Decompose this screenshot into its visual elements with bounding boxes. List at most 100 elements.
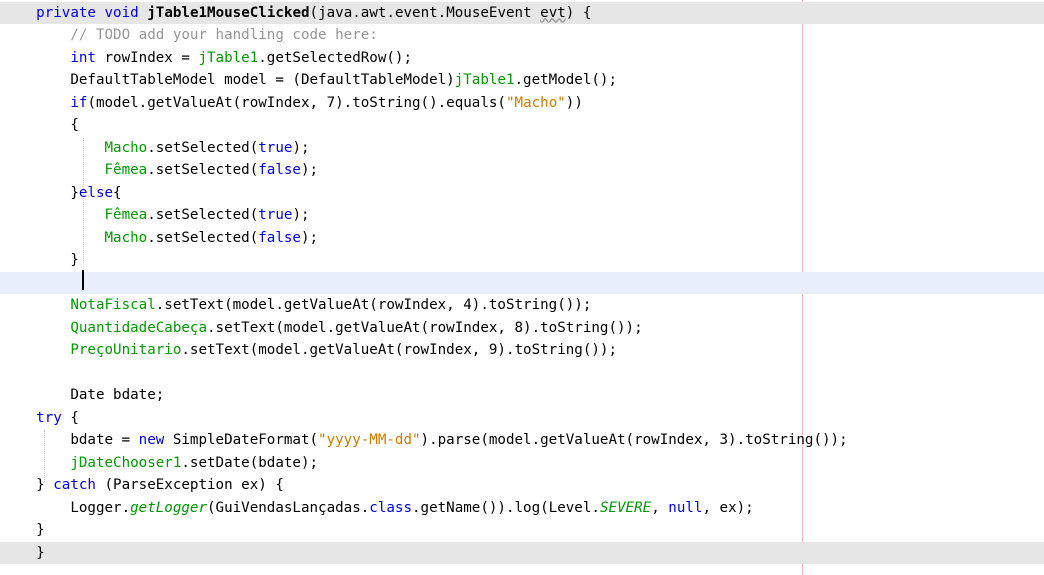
code-line[interactable]: jDateChooser1.setDate(bdate); [0,452,1044,475]
code-line-text: QuantidadeCabeça.setText(model.getValueA… [2,317,643,340]
code-token: .setText(model.getValueAt(rowIndex, 8).t… [207,319,643,336]
code-line[interactable]: Macho.setSelected(true); [0,137,1044,160]
code-token: // TODO add your handling code here: [70,27,378,43]
code-token: if [70,94,88,111]
code-line[interactable]: NotaFiscal.setText(model.getValueAt(rowI… [0,294,1044,317]
code-token: { [113,184,122,201]
code-line[interactable]: bdate = new SimpleDateFormat("yyyy-MM-dd… [0,429,1044,452]
code-token: null [668,499,703,516]
code-line[interactable]: }else{ [0,182,1044,205]
code-token: ); [300,162,319,178]
code-line[interactable]: int rowIndex = jTable1.getSelectedRow(); [0,47,1044,70]
code-token: { [61,409,79,426]
code-token: Macho [104,229,148,246]
code-token: Fêmea [104,162,148,178]
code-token: "Macho" [505,94,566,111]
code-line-text: Logger.getLogger(GuiVendasLançadas.class… [2,497,753,520]
code-line[interactable]: } catch (ParseException ex) { [0,474,1044,497]
code-token: rowIndex = [95,49,199,66]
code-token: void [104,4,139,21]
code-token: .setSelected( [147,139,259,156]
code-token: catch [53,477,96,493]
code-token: try [36,409,62,426]
code-line-text: }else{ [2,182,122,205]
code-token: QuantidadeCabeça [70,319,208,336]
code-token: .getName()).log(Level. [412,499,600,516]
code-line-text: try { [2,407,79,430]
code-token: .setText(model.getValueAt(rowIndex, 4).t… [155,297,592,313]
code-token: bdate = [2,432,139,448]
code-token: Date bdate; [2,387,165,403]
code-token: .getSelectedRow(); [258,49,413,66]
code-line[interactable]: Logger.getLogger(GuiVendasLançadas.class… [0,497,1044,520]
code-line-text: int rowIndex = jTable1.getSelectedRow(); [2,47,412,70]
code-line[interactable]: } [0,541,1044,565]
code-line[interactable]: { [0,114,1044,137]
code-token: (model.getValueAt(rowIndex, 7).toString(… [87,94,506,111]
code-line[interactable]: private void jTable1MouseClicked(java.aw… [0,1,1044,24]
code-line[interactable]: QuantidadeCabeça.setText(model.getValueA… [0,317,1044,340]
code-line[interactable]: // TODO add your handling code here: [0,24,1044,47]
code-token: new [138,432,165,448]
code-editor[interactable]: private void jTable1MouseClicked(java.aw… [0,0,1044,575]
code-line-text: } [2,542,45,565]
code-line-text: Macho.setSelected(true); [2,137,310,160]
code-line-text: Fêmea.setSelected(true); [2,204,310,227]
code-line[interactable]: if(model.getValueAt(rowIndex, 7).toStrin… [0,92,1044,115]
code-token: (java.awt.event.MouseEvent [309,4,541,21]
code-line-text: } catch (ParseException ex) { [2,474,284,497]
code-line-text: NotaFiscal.setText(model.getValueAt(rowI… [2,294,591,317]
code-token: false [258,162,301,178]
code-token: .setDate(bdate); [181,454,319,471]
code-token: .setSelected( [147,229,259,246]
code-line[interactable]: Date bdate; [0,384,1044,407]
code-token: class [369,499,413,516]
code-line-text: Macho.setSelected(false); [2,227,319,250]
code-token: else [78,184,114,201]
code-line[interactable]: } [0,519,1044,542]
code-line-text: Fêmea.setSelected(false); [2,159,319,182]
code-token: ); [292,207,310,223]
code-line[interactable]: try { [0,407,1044,430]
code-line[interactable]: Fêmea.setSelected(true); [0,204,1044,227]
code-line[interactable] [0,271,1044,294]
code-line-text: { [2,114,79,137]
code-line[interactable]: PreçoUnitario.setText(model.getValueAt(r… [0,339,1044,362]
code-token: } [2,184,79,201]
code-line[interactable] [0,362,1044,385]
code-line[interactable]: Macho.setSelected(false); [0,227,1044,250]
code-token: jTable1 [454,72,515,88]
code-token: jDateChooser1 [70,454,182,471]
code-token: true [258,207,293,223]
code-token: evt [540,4,566,21]
code-token: false [258,229,301,246]
code-line-text: if(model.getValueAt(rowIndex, 7).toStrin… [2,92,583,115]
code-line[interactable]: DefaultTableModel model = (DefaultTableM… [0,69,1044,92]
code-line-text: } [2,519,45,542]
code-token: jTable1 [198,49,259,66]
code-token: .getModel(); [514,72,618,88]
code-token: int [70,49,96,66]
code-token: { [2,117,79,133]
code-line[interactable]: Fêmea.setSelected(false); [0,159,1044,182]
code-token: Logger. [2,499,131,516]
code-line[interactable]: } [0,249,1044,272]
code-token: (ParseException ex) { [95,477,284,493]
code-token: DefaultTableModel model = (DefaultTableM… [2,72,455,88]
code-token: ).parse(model.getValueAt(rowIndex, 3).to… [420,432,848,448]
code-token: (GuiVendasLançadas. [207,499,370,516]
